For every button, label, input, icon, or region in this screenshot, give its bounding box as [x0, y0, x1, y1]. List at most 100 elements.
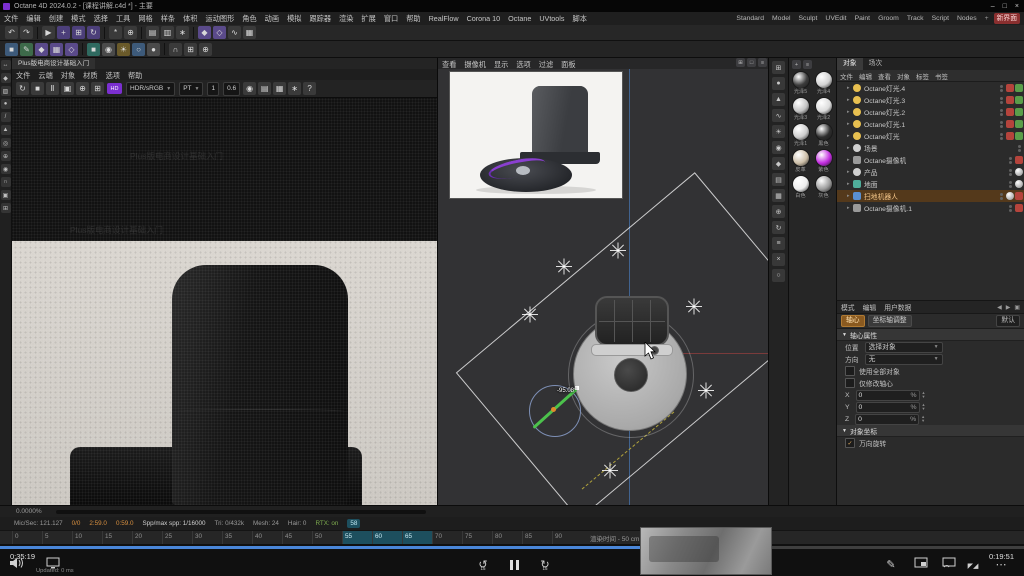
timeline-frame-40[interactable]: 40	[252, 531, 282, 545]
exposure-field[interactable]: 0.6	[223, 82, 240, 96]
object-manager-menu-item[interactable]: 书签	[932, 71, 951, 81]
simulate-icon[interactable]: ∿	[228, 26, 241, 39]
object-row[interactable]: ▸扫地机器人	[837, 190, 1024, 202]
visibility-dots[interactable]	[1009, 205, 1012, 212]
timeline-frame-70[interactable]: 70	[432, 531, 462, 545]
viewport-maximize-icon[interactable]: □	[747, 58, 756, 67]
live-viewer-menu-item[interactable]: 帮助	[124, 69, 146, 80]
scale-tool-icon[interactable]: ⊞	[72, 26, 85, 39]
palette-cube-icon[interactable]: ⊞	[772, 61, 785, 74]
object-row[interactable]: ▸产品	[837, 166, 1024, 178]
visibility-dot[interactable]	[1000, 89, 1003, 92]
live-viewer-menu-item[interactable]: 对象	[57, 69, 79, 80]
menubar-item[interactable]: 模拟	[283, 12, 305, 25]
material-menu-icon[interactable]: ≡	[803, 60, 812, 69]
video-preview-thumbnail[interactable]	[640, 527, 772, 575]
menubar-item[interactable]: 窗口	[380, 12, 402, 25]
film-settings-icon[interactable]: ▤	[258, 82, 271, 95]
object-row[interactable]: ▸Octane灯光.2	[837, 106, 1024, 118]
add-material-icon[interactable]: +	[792, 60, 801, 69]
timeline-frame-5[interactable]: 5	[42, 531, 72, 545]
object-row[interactable]: ▸Octane摄像机	[837, 154, 1024, 166]
deformer-icon[interactable]: ◇	[65, 43, 78, 56]
material-tag-icon[interactable]	[1006, 192, 1014, 200]
menubar-item[interactable]: Octane	[504, 12, 535, 25]
focus-picker-icon[interactable]: ⊕	[76, 82, 89, 95]
visibility-dots[interactable]	[1009, 169, 1012, 176]
viewer-settings-icon[interactable]: ∗	[288, 82, 301, 95]
visibility-dots[interactable]	[1009, 181, 1012, 188]
menubar-item[interactable]: UVtools	[535, 12, 568, 25]
visibility-dots[interactable]	[1018, 145, 1021, 152]
object-row[interactable]: ▸Octane灯光.1	[837, 118, 1024, 130]
axis-icon[interactable]: ⊕	[199, 43, 212, 56]
timeline-frame-45[interactable]: 45	[282, 531, 312, 545]
palette-axis-icon[interactable]: ⊕	[772, 205, 785, 218]
checkbox[interactable]: ✓	[845, 438, 855, 448]
octane-tag-icon[interactable]	[1006, 84, 1014, 92]
visibility-dots[interactable]	[1000, 193, 1003, 200]
palette-rotate-icon[interactable]: ↻	[772, 221, 785, 234]
menubar-item[interactable]: 动画	[261, 12, 283, 25]
viewport-menu-icon[interactable]: ≡	[758, 58, 767, 67]
visibility-dot[interactable]	[1000, 101, 1003, 104]
menubar-item[interactable]: RealFlow	[425, 12, 463, 25]
object-row[interactable]: ▸场景	[837, 142, 1024, 154]
layout-tab-model[interactable]: Model	[769, 13, 794, 25]
timeline-frame-15[interactable]: 15	[102, 531, 132, 545]
visibility-dot[interactable]	[1000, 97, 1003, 100]
material-tag-icon[interactable]	[1015, 180, 1023, 188]
redo-icon[interactable]: ↷	[20, 26, 33, 39]
material-thumbnail[interactable]: 光泽5	[789, 71, 812, 95]
object-manager-tab-0[interactable]: 对象	[837, 58, 863, 70]
visibility-dot[interactable]	[1000, 109, 1003, 112]
layout-tab-sculpt[interactable]: Sculpt	[796, 13, 821, 25]
green-tag-icon[interactable]	[1015, 96, 1023, 104]
palette-render-icon[interactable]: ▤	[772, 173, 785, 186]
visibility-dot[interactable]	[1000, 197, 1003, 200]
timeline-frame-50[interactable]: 50	[312, 531, 342, 545]
sky-icon[interactable]: ○	[132, 43, 145, 56]
object-manager-menu-item[interactable]: 标签	[913, 71, 932, 81]
visibility-dots[interactable]	[1009, 157, 1012, 164]
live-viewer-menu-item[interactable]: 云端	[34, 69, 56, 80]
attribute-header-menu[interactable]: 用户数据	[880, 302, 915, 312]
palette-cone-icon[interactable]: ▲	[772, 93, 785, 106]
timeline-frame-30[interactable]: 30	[192, 531, 222, 545]
perspective-viewport[interactable]: -95.08° ⊞ □ ≡ 查看摄像机显示选项过滤面板	[437, 58, 769, 505]
object-row[interactable]: ▸地面	[837, 178, 1024, 190]
octane-tag-icon[interactable]	[1006, 108, 1014, 116]
video-progress-track[interactable]	[0, 546, 1024, 549]
viewport-menu-item[interactable]: 显示	[490, 58, 512, 69]
hd-badge[interactable]: HD	[107, 83, 122, 94]
stepper-down-icon[interactable]: ▼	[922, 407, 926, 411]
material-thumbnail[interactable]: 光泽2	[812, 97, 835, 121]
visibility-dots[interactable]	[1000, 85, 1003, 92]
magic-bullet-icon[interactable]: ◆	[198, 26, 211, 39]
material-thumbnail[interactable]: 光泽3	[789, 97, 812, 121]
green-tag-icon[interactable]	[1015, 120, 1023, 128]
viewport-menu-item[interactable]: 查看	[438, 58, 460, 69]
maximize-button[interactable]: □	[1003, 3, 1007, 10]
menubar-item[interactable]: 创建	[45, 12, 67, 25]
menubar-item[interactable]: 样条	[157, 12, 179, 25]
pause-render-icon[interactable]: Ⅱ	[46, 82, 59, 95]
visibility-dot[interactable]	[1000, 193, 1003, 196]
timeline-frame-55[interactable]: 55	[342, 531, 372, 545]
timeline-ruler[interactable]: 051015202530354045505560657075808590 渲染时…	[0, 530, 1024, 545]
timeline-frame-85[interactable]: 85	[522, 531, 552, 545]
viewport-menu-item[interactable]: 摄像机	[460, 58, 490, 69]
menubar-item[interactable]: 脚本	[569, 12, 591, 25]
pip-icon[interactable]	[912, 557, 930, 573]
object-manager-menu-item[interactable]: 编辑	[856, 71, 875, 81]
menubar-item[interactable]: 帮助	[402, 12, 424, 25]
timeline-frame-25[interactable]: 25	[162, 531, 192, 545]
array-generator-icon[interactable]: ▦	[50, 43, 63, 56]
kernel-dropdown[interactable]: PT ▼	[179, 82, 203, 96]
x-percent-field[interactable]: 0%	[856, 390, 920, 401]
spline-pen-icon[interactable]: ✎	[20, 43, 33, 56]
axis-modify-button[interactable]: 坐标轴调整	[868, 315, 912, 327]
stop-render-icon[interactable]: ■	[31, 82, 44, 95]
tweak-mode-icon[interactable]: ◎	[1, 138, 11, 148]
workplane-icon[interactable]: ⊞	[184, 43, 197, 56]
